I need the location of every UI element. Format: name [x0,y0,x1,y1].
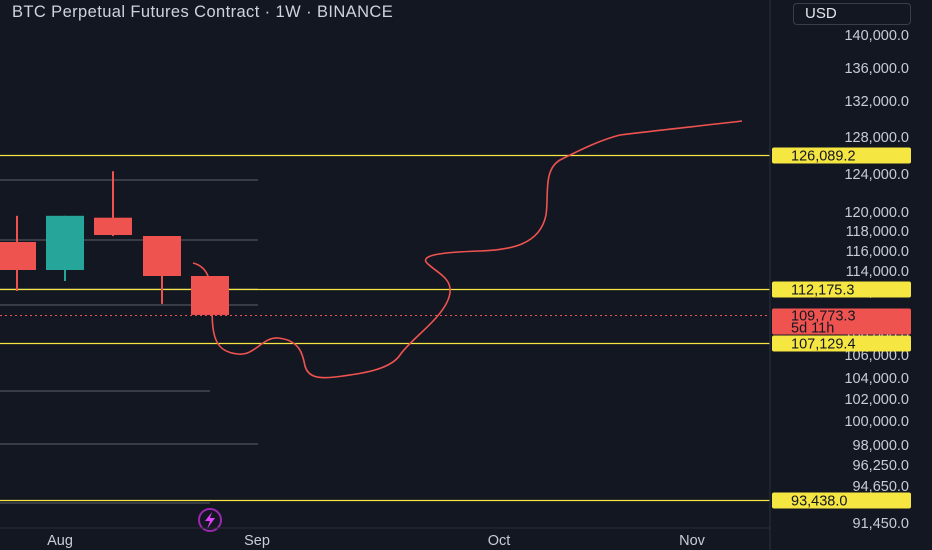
candles [0,171,229,315]
time-tick-label: Nov [679,533,706,549]
price-tick-label: 91,450.0 [853,516,909,532]
candle-body [46,215,84,270]
price-tick-label: 104,000.0 [844,371,909,387]
candlestick-chart[interactable]: 140,000.0 136,000.0 132,000.0 128,000.0 124,… [0,0,932,550]
time-tick-label: Sep [244,533,270,549]
price-tick-label: 114,000.0 [846,264,909,280]
price-levels [0,154,770,502]
price-axis[interactable]: 140,000.0 136,000.0 132,000.0 128,000.0 124,… [844,28,909,532]
price-tick-label: 128,000.0 [844,130,909,146]
projection-path [192,120,743,379]
candle [46,215,84,281]
candle [143,236,181,304]
price-tick-label: 124,000.0 [844,167,909,183]
price-tick-label: 116,000.0 [846,244,909,260]
current-price-badge: 109,773.3 5d 11h [772,308,911,337]
level-badge-label: 107,129.4 [791,337,856,353]
price-tick-label: 96,250.0 [853,458,909,474]
level-badge-label: 126,089.2 [791,149,856,165]
countdown-label: 5d 11h [791,321,834,337]
level-badge-label: 112,175.3 [791,283,854,299]
price-tick-label: 118,000.0 [846,224,909,240]
level-badge-label: 93,438.0 [791,494,847,510]
price-tick-label: 102,000.0 [844,392,909,408]
time-axis[interactable]: Aug Sep Oct Nov [47,533,706,549]
time-tick-label: Oct [488,533,511,549]
price-tick-label: 136,000.0 [844,61,909,77]
candle-body [94,217,132,235]
candle-body [143,236,181,276]
price-tick-label: 140,000.0 [844,28,909,44]
candle [94,171,132,236]
price-tick-label: 120,000.0 [844,205,909,221]
time-tick-label: Aug [47,533,73,549]
candle [0,215,36,291]
price-tick-label: 98,000.0 [853,438,909,454]
price-tick-label: 132,000.0 [844,94,909,110]
price-tick-label: 100,000.0 [844,414,909,430]
candle-body [0,242,36,270]
